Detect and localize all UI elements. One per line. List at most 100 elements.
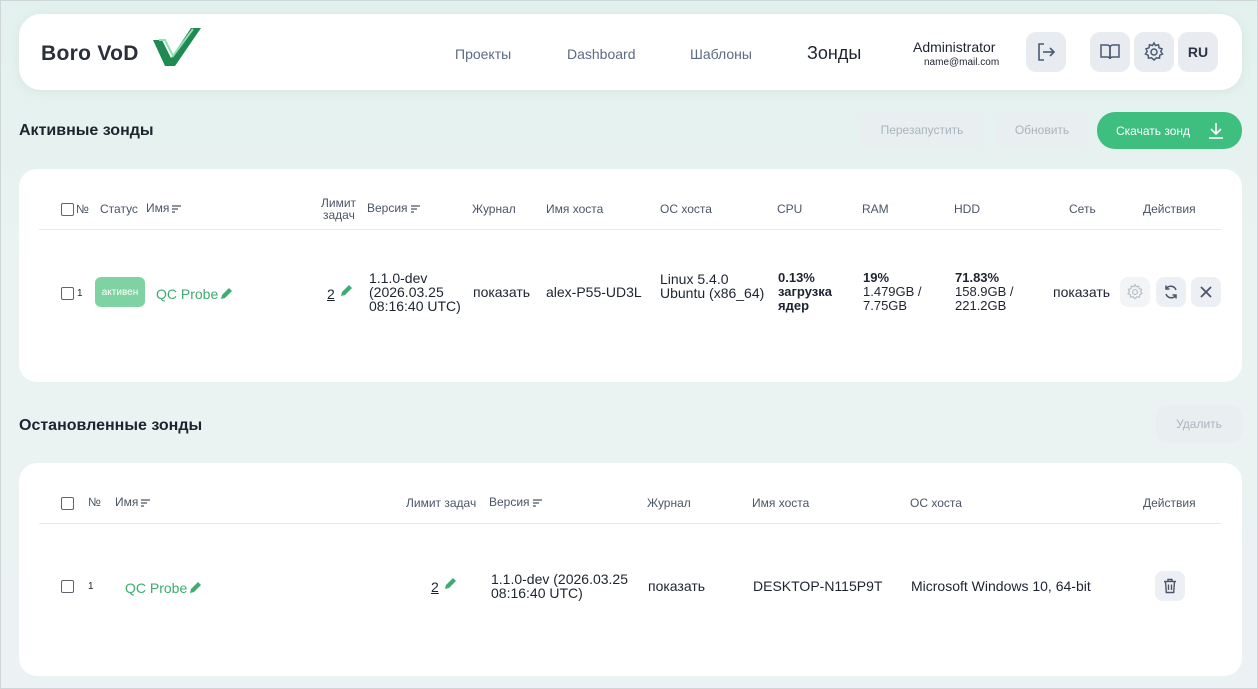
col-limit-line2: задач bbox=[323, 208, 355, 222]
probe-name[interactable]: QC Probe bbox=[125, 580, 202, 596]
book-icon bbox=[1100, 44, 1120, 60]
settings-button[interactable] bbox=[1134, 32, 1174, 72]
update-button[interactable]: Обновить bbox=[995, 112, 1089, 148]
probe-name[interactable]: QC Probe bbox=[156, 286, 233, 302]
col-actions: Действия bbox=[1143, 496, 1196, 510]
col-journal: Журнал bbox=[647, 496, 691, 510]
version-line1[interactable]: 1.1.0-dev bbox=[369, 271, 427, 285]
refresh-icon bbox=[1165, 285, 1177, 299]
journal-link[interactable]: показать bbox=[648, 579, 705, 593]
gear-icon bbox=[1127, 283, 1143, 300]
select-all-stopped-checkbox[interactable] bbox=[61, 497, 74, 510]
hdd-total: 221.2GB bbox=[955, 298, 1007, 313]
sort-icon bbox=[141, 499, 151, 507]
edit-limit-icon[interactable] bbox=[340, 284, 353, 297]
col-os: ОС хоста bbox=[910, 496, 962, 510]
cpu-value: 0.13% bbox=[778, 270, 815, 285]
stop-probe-button[interactable] bbox=[1191, 277, 1221, 307]
row-num: 1 bbox=[88, 581, 94, 592]
status-badge: активен bbox=[95, 277, 145, 307]
col-version[interactable]: Версия bbox=[367, 202, 420, 215]
user-name: Administrator bbox=[913, 39, 996, 55]
divider bbox=[39, 229, 1221, 230]
logo-check-icon bbox=[153, 28, 201, 66]
network-link[interactable]: показать bbox=[1053, 285, 1110, 299]
delete-probe-button[interactable] bbox=[1155, 571, 1185, 601]
logout-icon bbox=[1038, 43, 1056, 61]
col-num: № bbox=[76, 202, 89, 216]
hdd-percent: 71.83% bbox=[955, 270, 1000, 285]
col-limit: Лимит задач bbox=[406, 496, 477, 510]
host-name: DESKTOP-N115P9T bbox=[753, 578, 883, 594]
restart-button[interactable]: Перезапустить bbox=[859, 112, 985, 148]
col-journal: Журнал bbox=[472, 202, 516, 216]
col-net: Сеть bbox=[1069, 202, 1096, 216]
col-os: ОС хоста bbox=[660, 202, 712, 216]
task-limit-link[interactable]: 2 bbox=[431, 579, 439, 595]
select-all-active-checkbox[interactable] bbox=[61, 203, 74, 216]
close-icon bbox=[1200, 286, 1212, 298]
row-checkbox[interactable] bbox=[61, 287, 74, 300]
download-probe-button[interactable]: Скачать зонд bbox=[1097, 112, 1242, 149]
download-probe-label: Скачать зонд bbox=[1116, 123, 1191, 138]
os-name: Microsoft Windows 10, 64-bit bbox=[911, 578, 1091, 594]
sort-icon bbox=[532, 499, 542, 507]
top-header: Boro VoD Проекты Dashboard Шаблоны Зонды… bbox=[19, 14, 1242, 90]
col-name[interactable]: Имя bbox=[115, 495, 151, 509]
journal-link[interactable]: показать bbox=[473, 285, 530, 299]
nav-dashboard[interactable]: Dashboard bbox=[567, 46, 636, 62]
col-version-label: Версия bbox=[367, 201, 408, 215]
language-button[interactable]: RU bbox=[1178, 32, 1218, 72]
nav-projects[interactable]: Проекты bbox=[455, 46, 511, 62]
divider bbox=[39, 523, 1221, 524]
cpu-cores-link-line1[interactable]: загрузка bbox=[778, 285, 832, 299]
col-ram: RAM bbox=[862, 202, 889, 216]
probe-name-label: QC Probe bbox=[125, 580, 188, 596]
user-email: name@mail.com bbox=[924, 57, 1000, 68]
gear-icon bbox=[1144, 41, 1164, 61]
hdd-used: 158.9GB / bbox=[955, 284, 1014, 299]
cpu-cores-link-line2[interactable]: ядер bbox=[778, 299, 809, 313]
version-line3[interactable]: 08:16:40 UTC) bbox=[369, 299, 461, 313]
col-cpu: CPU bbox=[777, 202, 803, 216]
docs-button[interactable] bbox=[1090, 32, 1130, 72]
active-probes-table bbox=[19, 169, 1242, 382]
row-num: 1 bbox=[77, 288, 83, 299]
col-status: Статус bbox=[100, 202, 138, 216]
col-name-label: Имя bbox=[115, 495, 139, 509]
col-version-label: Версия bbox=[489, 495, 530, 509]
os-line1: Linux 5.4.0 bbox=[660, 271, 729, 287]
stopped-probes-title: Остановленные зонды bbox=[19, 417, 203, 434]
edit-pencil-icon[interactable] bbox=[220, 287, 233, 300]
os-line2: Ubuntu (x86_64) bbox=[660, 285, 765, 301]
sort-icon bbox=[410, 205, 420, 213]
logout-button[interactable] bbox=[1026, 32, 1066, 72]
probe-settings-button[interactable] bbox=[1120, 277, 1150, 307]
row-checkbox[interactable] bbox=[61, 580, 74, 593]
restart-probe-button[interactable] bbox=[1156, 277, 1186, 307]
nav-probes[interactable]: Зонды bbox=[807, 43, 861, 64]
version-line2[interactable]: (2026.03.25 bbox=[369, 285, 444, 299]
ram-percent: 19% bbox=[863, 270, 890, 285]
ram-total: 7.75GB bbox=[863, 298, 908, 313]
version-line2[interactable]: 08:16:40 UTC) bbox=[491, 586, 583, 600]
col-num: № bbox=[88, 495, 101, 509]
col-name-label: Имя bbox=[146, 201, 170, 215]
task-limit-link[interactable]: 2 bbox=[327, 286, 335, 302]
version-line1[interactable]: 1.1.0-dev (2026.03.25 bbox=[491, 572, 628, 586]
trash-icon bbox=[1164, 578, 1176, 594]
sort-icon bbox=[172, 205, 182, 213]
col-actions: Действия bbox=[1143, 202, 1196, 216]
col-name[interactable]: Имя bbox=[146, 201, 182, 215]
active-probes-title: Активные зонды bbox=[19, 122, 154, 139]
edit-limit-icon[interactable] bbox=[444, 577, 457, 590]
col-version[interactable]: Версия bbox=[489, 496, 542, 509]
download-icon bbox=[1209, 123, 1223, 139]
task-limit-value: 2 bbox=[327, 286, 335, 302]
stopped-probes-table bbox=[19, 463, 1242, 676]
task-limit-value: 2 bbox=[431, 579, 439, 595]
col-hdd: HDD bbox=[954, 202, 980, 216]
nav-templates[interactable]: Шаблоны bbox=[690, 46, 752, 62]
delete-button[interactable]: Удалить bbox=[1156, 406, 1242, 442]
edit-pencil-icon[interactable] bbox=[189, 581, 202, 594]
